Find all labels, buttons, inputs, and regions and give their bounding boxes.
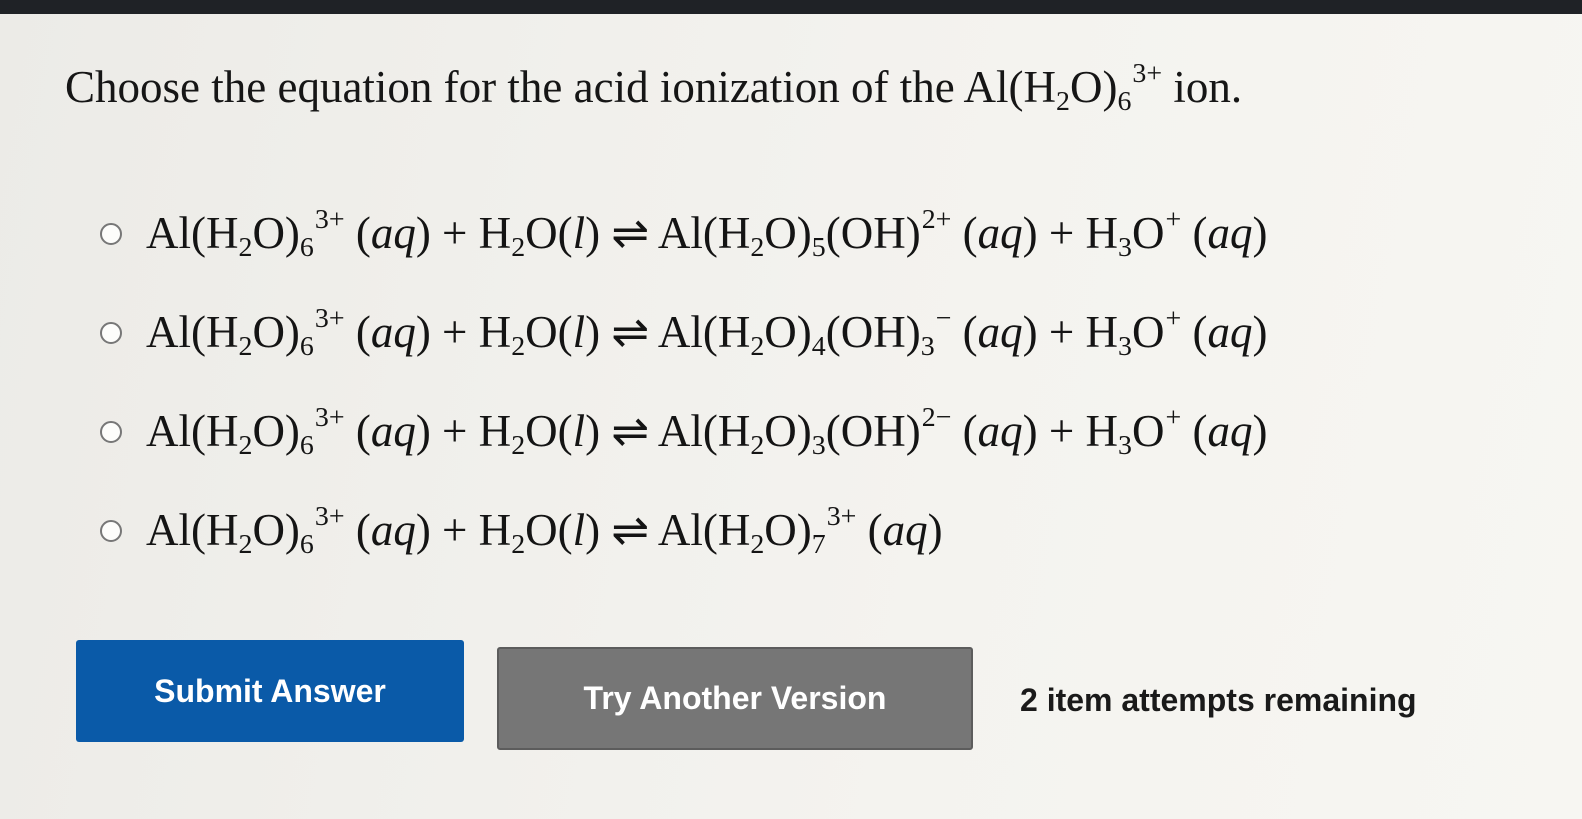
try-another-version-button[interactable]: Try Another Version [497,647,973,750]
quiz-panel: Choose the equation for the acid ionizat… [0,14,1582,819]
question-suffix: ion. [1173,62,1243,113]
question-prefix: Choose the equation for the acid ionizat… [65,62,955,113]
answer-options: Al(H2O)63+ (aq) + H2O(l) ⇌ Al(H2O)5(OH)2… [100,184,1267,580]
submit-answer-button[interactable]: Submit Answer [76,640,464,742]
option-1-equation: Al(H2O)63+ (aq) + H2O(l) ⇌ Al(H2O)5(OH)2… [146,203,1268,263]
attempts-remaining-text: 2 item attempts remaining [1020,682,1417,718]
radio-option-2[interactable] [100,321,122,344]
option-2[interactable]: Al(H2O)63+ (aq) + H2O(l) ⇌ Al(H2O)4(OH)3… [100,283,1267,382]
option-1[interactable]: Al(H2O)63+ (aq) + H2O(l) ⇌ Al(H2O)5(OH)2… [100,184,1267,283]
option-2-equation: Al(H2O)63+ (aq) + H2O(l) ⇌ Al(H2O)4(OH)3… [146,302,1268,362]
option-4-equation: Al(H2O)63+ (aq) + H2O(l) ⇌ Al(H2O)73+ (a… [146,500,943,560]
option-4[interactable]: Al(H2O)63+ (aq) + H2O(l) ⇌ Al(H2O)73+ (a… [100,481,1267,580]
question-formula: Al(H2O)63+ [963,58,1163,117]
radio-option-3[interactable] [100,420,122,443]
option-3-equation: Al(H2O)63+ (aq) + H2O(l) ⇌ Al(H2O)3(OH)2… [146,401,1268,461]
radio-option-4[interactable] [100,519,122,542]
question-text: Choose the equation for the acid ionizat… [65,60,1242,116]
option-3[interactable]: Al(H2O)63+ (aq) + H2O(l) ⇌ Al(H2O)3(OH)2… [100,382,1267,481]
radio-option-1[interactable] [100,222,122,245]
